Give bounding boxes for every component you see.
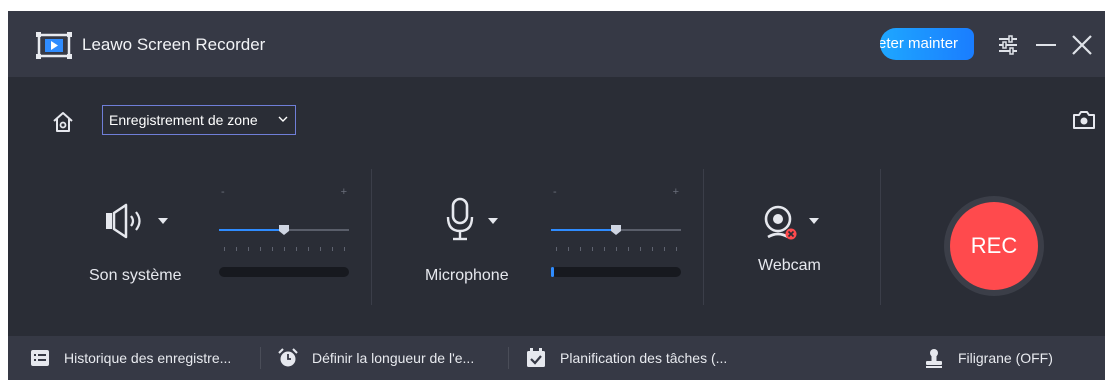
- task-schedule-button[interactable]: Planification des tâches (...: [526, 336, 727, 380]
- panel-divider: [371, 169, 372, 305]
- app-title: Leawo Screen Recorder: [82, 35, 266, 54]
- recording-mode-select[interactable]: Enregistrement de zone: [102, 105, 296, 135]
- record-button[interactable]: REC: [944, 196, 1044, 296]
- minimize-icon[interactable]: [1032, 31, 1060, 59]
- speaker-dropdown-arrow[interactable]: [158, 218, 168, 224]
- alarm-clock-icon: [278, 348, 298, 367]
- user-stamp-icon: [926, 349, 942, 368]
- scale-tick: [236, 247, 237, 251]
- webcam-dropdown-arrow[interactable]: [809, 218, 819, 224]
- scale-tick: [616, 247, 617, 251]
- recording-mode-value: Enregistrement de zone: [109, 112, 258, 128]
- scale-tick: [344, 247, 345, 251]
- system-level-meter: [219, 267, 349, 277]
- scale-tick: [284, 247, 285, 251]
- camera-snapshot-icon[interactable]: [1072, 110, 1096, 130]
- close-icon[interactable]: [1068, 31, 1096, 59]
- microphone-icon[interactable]: [446, 197, 474, 241]
- scale-tick: [604, 247, 605, 251]
- scale-tick: [308, 247, 309, 251]
- scale-tick: [628, 247, 629, 251]
- scale-tick: [580, 247, 581, 251]
- record-button-label: REC: [950, 202, 1038, 290]
- panel-divider: [880, 169, 881, 305]
- schedule-label: Planification des tâches (...: [560, 350, 728, 366]
- scale-tick: [332, 247, 333, 251]
- recording-history-button[interactable]: Historique des enregistre...: [30, 336, 231, 380]
- panel-divider: [703, 169, 704, 305]
- volume-plus-mark: +: [672, 186, 679, 198]
- webcam-label: Webcam: [758, 257, 821, 274]
- settings-sliders-icon[interactable]: [994, 31, 1022, 59]
- scale-tick: [296, 247, 297, 251]
- scale-tick: [568, 247, 569, 251]
- duration-label: Définir la longueur de l'e...: [312, 350, 475, 366]
- scale-tick: [676, 247, 677, 251]
- microphone-level-meter: [551, 267, 681, 277]
- volume-minus-mark: -: [553, 186, 557, 198]
- buy-now-button[interactable]: eter mainter: [880, 28, 974, 60]
- watermark-button[interactable]: Filigrane (OFF): [924, 336, 1053, 380]
- microphone-dropdown-arrow[interactable]: [488, 218, 498, 224]
- scale-tick: [640, 247, 641, 251]
- volume-scale-ticks: [219, 247, 349, 253]
- system-sound-label: Son système: [89, 267, 182, 284]
- speaker-icon[interactable]: [104, 203, 144, 239]
- scale-tick: [248, 247, 249, 251]
- slider-fill: [551, 229, 616, 231]
- scale-tick: [664, 247, 665, 251]
- app-logo-icon: [36, 32, 72, 59]
- slider-handle[interactable]: [610, 224, 622, 236]
- webcam-icon[interactable]: [762, 204, 798, 242]
- chevron-down-icon: [278, 116, 288, 122]
- microphone-label: Microphone: [425, 267, 509, 284]
- volume-scale-ticks: [551, 247, 681, 253]
- scale-tick: [592, 247, 593, 251]
- volume-minus-mark: -: [221, 186, 225, 198]
- status-separator: [508, 347, 509, 369]
- slider-fill: [219, 229, 284, 231]
- history-label: Historique des enregistre...: [64, 350, 232, 366]
- title-bar: Leawo Screen Recorder eter mainter: [8, 11, 1105, 77]
- home-icon[interactable]: [51, 110, 75, 134]
- history-list-icon: [31, 350, 49, 366]
- app-window: Leawo Screen Recorder eter mainter Enreg…: [8, 11, 1105, 380]
- scale-tick: [272, 247, 273, 251]
- scale-tick: [556, 247, 557, 251]
- level-meter-fill: [551, 267, 554, 277]
- set-duration-button[interactable]: Définir la longueur de l'e...: [278, 336, 474, 380]
- bottom-status-bar: Historique des enregistre... Définir la …: [8, 336, 1105, 380]
- system-volume-slider[interactable]: - +: [219, 186, 349, 236]
- microphone-volume-slider[interactable]: - +: [551, 186, 681, 236]
- watermark-label: Filigrane (OFF): [958, 350, 1053, 366]
- calendar-check-icon: [527, 348, 545, 367]
- slider-handle[interactable]: [278, 224, 290, 236]
- scale-tick: [260, 247, 261, 251]
- status-separator: [260, 347, 261, 369]
- scale-tick: [652, 247, 653, 251]
- scale-tick: [224, 247, 225, 251]
- scale-tick: [320, 247, 321, 251]
- volume-plus-mark: +: [340, 186, 347, 198]
